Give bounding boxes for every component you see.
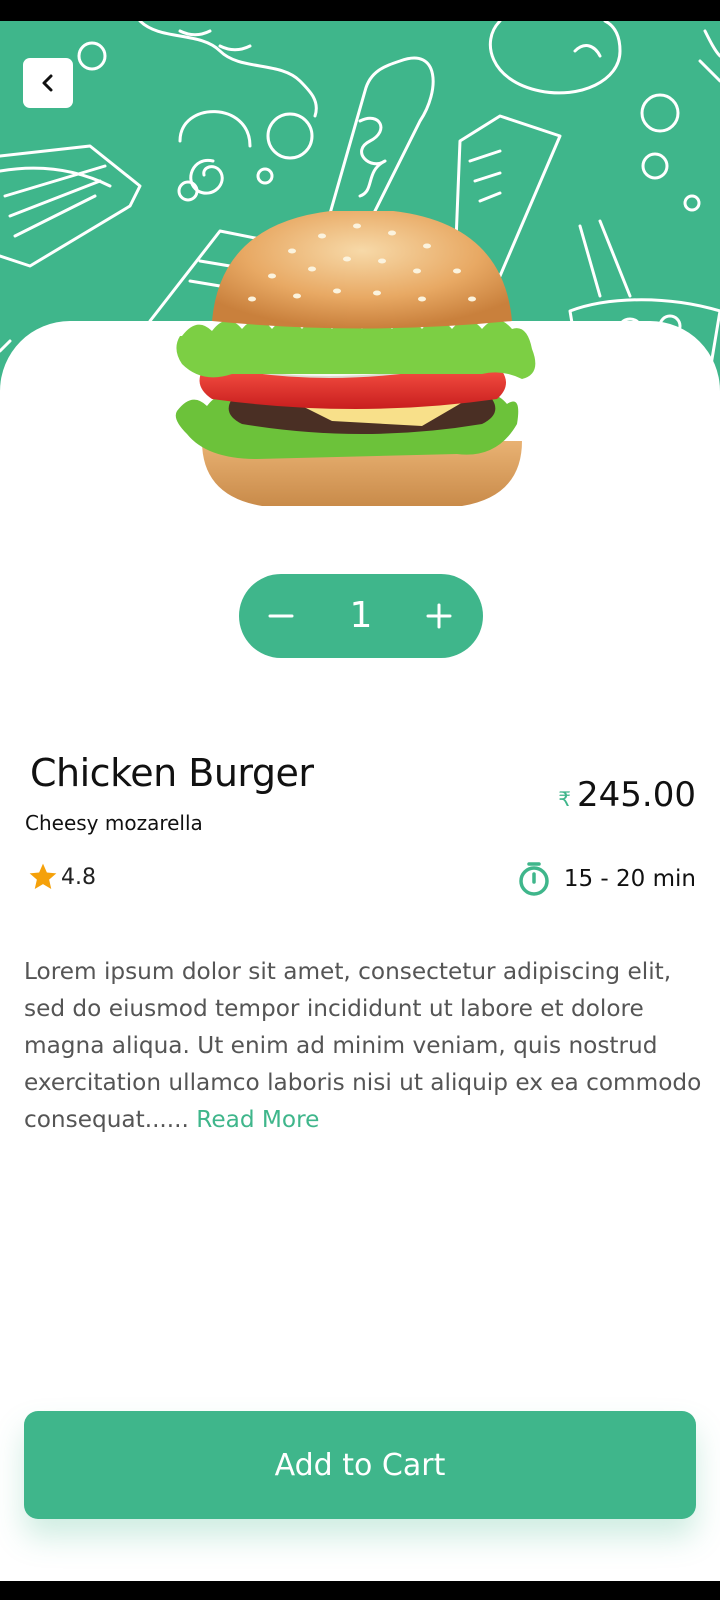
rating-value: 4.8	[61, 864, 96, 890]
product-rating: 4.8	[27, 861, 96, 893]
delivery-time-value: 15 - 20 min	[563, 866, 696, 892]
back-button[interactable]	[23, 58, 73, 108]
product-title: Chicken Burger	[30, 751, 314, 795]
read-more-link[interactable]: Read More	[196, 1106, 319, 1133]
add-to-cart-button[interactable]: Add to Cart	[24, 1411, 696, 1519]
increase-quantity-button[interactable]	[409, 586, 469, 646]
description-text: Lorem ipsum dolor sit amet, consectetur …	[24, 958, 702, 1133]
currency-symbol: ₹	[558, 787, 572, 811]
burger-image	[175, 211, 536, 506]
quantity-stepper: 1	[239, 574, 483, 658]
decrease-quantity-button[interactable]	[251, 586, 311, 646]
price-amount: 245.00	[577, 775, 696, 815]
stopwatch-icon	[519, 862, 549, 896]
product-detail-screen: 1 Chicken Burger Cheesy mozarella ₹ 245.…	[0, 21, 720, 1581]
star-icon	[29, 863, 57, 889]
navigation-bar	[0, 1581, 720, 1600]
minus-icon	[268, 614, 294, 618]
status-bar	[0, 0, 720, 21]
chevron-left-icon	[42, 74, 53, 92]
quantity-value: 1	[349, 595, 373, 636]
product-description: Lorem ipsum dolor sit amet, consectetur …	[24, 953, 704, 1138]
product-price: ₹ 245.00	[558, 775, 696, 815]
product-subtitle: Cheesy mozarella	[25, 811, 203, 835]
plus-icon	[426, 603, 452, 629]
delivery-time: 15 - 20 min	[518, 861, 696, 897]
